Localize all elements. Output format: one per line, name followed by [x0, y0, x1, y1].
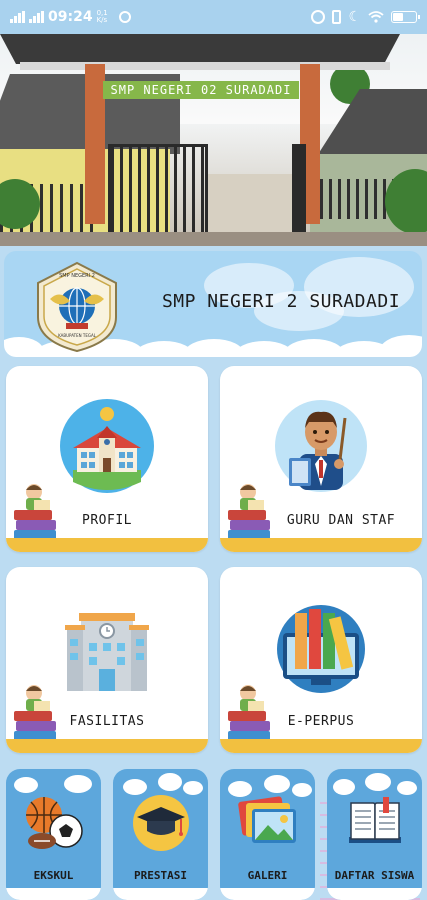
- teacher-icon: [273, 398, 369, 494]
- menu-label: PROFIL: [82, 513, 132, 528]
- card-stripe: [6, 739, 208, 753]
- school-sign: SMP NEGERI 02 SURADADI: [103, 81, 299, 99]
- open-book-icon: [343, 789, 407, 853]
- logo-bottom-text: KABUPATEN TEGAL: [58, 333, 96, 338]
- clock: 09:24: [48, 9, 93, 25]
- network-speed: 0,1 K/s: [96, 9, 108, 24]
- battery-icon: [391, 11, 420, 23]
- menu-card-eperpus[interactable]: E-PERPUS: [220, 567, 422, 753]
- signal-icon: [10, 11, 25, 23]
- card-stripe: [220, 888, 315, 900]
- card-stripe: [6, 888, 101, 900]
- menu-button-prestasi[interactable]: PRESTASI: [113, 769, 208, 900]
- school-building-icon: [59, 398, 155, 494]
- moon-icon: ☾: [348, 9, 361, 25]
- menu-label: E-PERPUS: [287, 714, 355, 729]
- books-monitor-icon: [273, 599, 369, 695]
- wifi-icon: [368, 11, 384, 23]
- alarm-icon: [311, 10, 326, 24]
- card-stripe: [220, 538, 422, 552]
- signal-icon: [29, 11, 44, 23]
- menu-label: PRESTASI: [134, 869, 187, 882]
- school-logo: SMP NEGERI 2 KABUPATEN TEGAL: [30, 259, 124, 353]
- vibrate-icon: [332, 10, 342, 24]
- status-bar: 09:24 0,1 K/s ☾: [0, 0, 427, 34]
- school-title-banner: SMP NEGERI 2 KABUPATEN TEGAL SMP NEGERI …: [4, 251, 422, 357]
- menu-button-galeri[interactable]: GALERI: [220, 769, 315, 900]
- menu-button-ekskul[interactable]: EKSKUL: [6, 769, 101, 900]
- school-photo: SMP NEGERI 02 SURADADI: [0, 34, 427, 246]
- menu-card-fasilitas[interactable]: FASILITAS: [6, 567, 208, 753]
- menu-card-guru[interactable]: GURU DAN STAF: [220, 366, 422, 552]
- graduation-cap-icon: [129, 789, 193, 853]
- logo-top-text: SMP NEGERI 2: [59, 273, 95, 279]
- photo-gallery-icon: [236, 789, 300, 853]
- menu-label: DAFTAR SISWA: [334, 869, 415, 882]
- card-stripe: [113, 888, 208, 900]
- menu-label: GALERI: [247, 869, 288, 882]
- menu-card-profil[interactable]: PROFIL: [6, 366, 208, 552]
- school-name: SMP NEGERI 2 SURADADI: [161, 291, 401, 312]
- card-stripe: [6, 538, 208, 552]
- menu-label: EKSKUL: [33, 869, 74, 882]
- menu-button-daftar-siswa[interactable]: DAFTAR SISWA: [327, 769, 422, 900]
- building-icon: [59, 599, 155, 695]
- menu-label: FASILITAS: [69, 714, 145, 729]
- menu-label: GURU DAN STAF: [286, 513, 396, 528]
- sync-icon: [118, 11, 131, 23]
- card-stripe: [220, 739, 422, 753]
- card-stripe: [327, 888, 422, 900]
- sports-balls-icon: [22, 789, 86, 853]
